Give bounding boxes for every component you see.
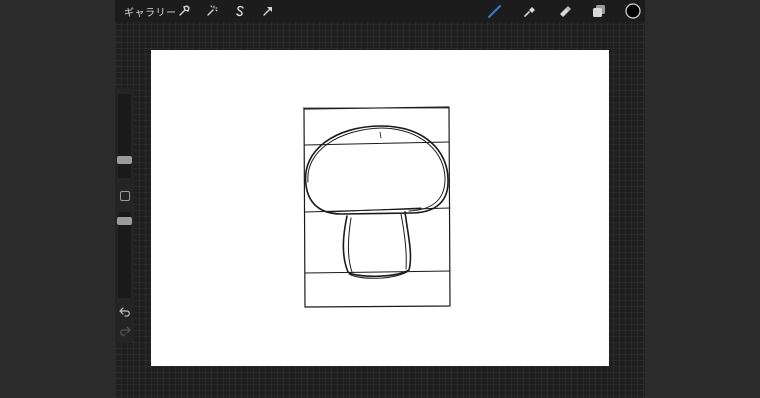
- modify-square-button[interactable]: [120, 191, 130, 201]
- transform-arrow-icon[interactable]: [260, 3, 276, 19]
- drawing-canvas[interactable]: [151, 50, 609, 366]
- brush-size-handle[interactable]: [117, 156, 132, 164]
- brush-size-slider[interactable]: [118, 94, 131, 178]
- layers-icon[interactable]: [591, 3, 607, 19]
- opacity-handle[interactable]: [117, 217, 132, 225]
- wrench-icon[interactable]: [176, 3, 192, 19]
- redo-icon[interactable]: [119, 326, 131, 336]
- selection-s-icon[interactable]: [232, 3, 248, 19]
- gallery-button[interactable]: ギャラリー: [124, 4, 177, 19]
- top-toolbar: ギャラリー: [115, 0, 645, 22]
- undo-icon[interactable]: [119, 307, 131, 317]
- brush-icon[interactable]: [487, 3, 503, 19]
- left-sidebar: [115, 88, 134, 343]
- eraser-icon[interactable]: [557, 3, 573, 19]
- color-circle-icon[interactable]: [625, 3, 641, 19]
- smudge-icon[interactable]: [522, 3, 538, 19]
- right-margin: [645, 0, 760, 398]
- mushroom-sketch: [302, 106, 451, 308]
- drawing-app: ギャラリー: [115, 0, 645, 398]
- left-margin: [0, 0, 115, 398]
- magic-wand-icon[interactable]: [204, 3, 220, 19]
